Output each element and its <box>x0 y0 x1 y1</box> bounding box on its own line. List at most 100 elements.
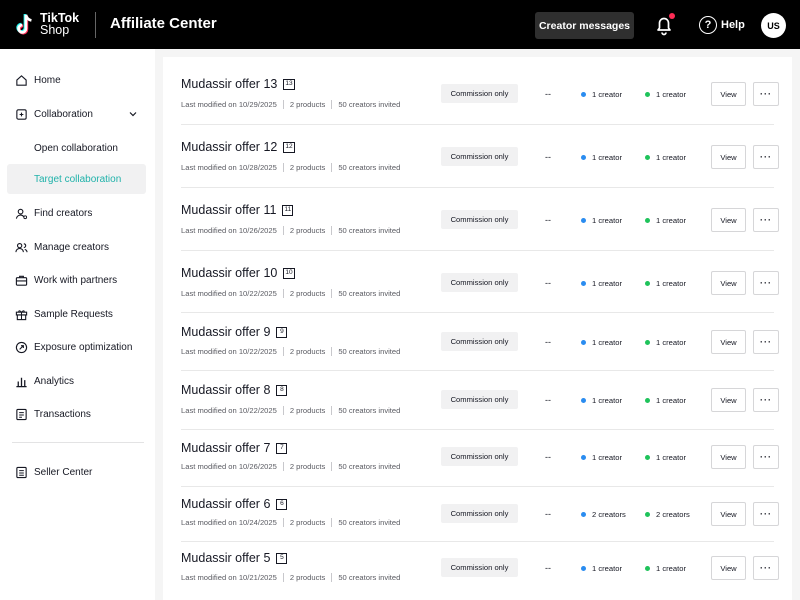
creator-messages-button[interactable]: Creator messages <box>535 12 634 39</box>
status-dot-icon <box>645 398 650 403</box>
tiktok-logo-icon[interactable] <box>14 13 36 37</box>
sidebar-item-transactions[interactable]: Transactions <box>0 399 155 429</box>
table-row[interactable]: Mudassir offer 9 9 Last modified on 10/22… <box>181 313 779 371</box>
empty-value: -- <box>545 452 551 462</box>
commission-tag: Commission only <box>441 210 518 229</box>
sidebar-item-work-with-partners[interactable]: Work with partners <box>0 265 155 295</box>
creators-invited: 50 creators invited <box>338 226 401 235</box>
table-row[interactable]: Mudassir offer 8 8 Last modified on 10/22… <box>181 371 779 430</box>
offer-title[interactable]: Mudassir offer 10 10 <box>181 266 295 280</box>
offer-title[interactable]: Mudassir offer 8 8 <box>181 383 288 397</box>
offer-title[interactable]: Mudassir offer 9 9 <box>181 325 288 339</box>
view-button[interactable]: View <box>711 388 746 412</box>
sidebar-item-target-collaboration[interactable]: Target collaboration <box>7 164 146 194</box>
stat-value: 1 creator <box>592 153 622 162</box>
view-button[interactable]: View <box>711 502 746 526</box>
more-options-button[interactable]: ··· <box>753 502 779 526</box>
offer-title-text: Mudassir offer 7 <box>181 441 271 455</box>
view-button[interactable]: View <box>711 445 746 469</box>
sidebar-item-manage-creators[interactable]: Manage creators <box>0 232 155 262</box>
table-row[interactable]: Mudassir offer 10 10 Last modified on 10/… <box>181 251 779 313</box>
view-button[interactable]: View <box>711 208 746 232</box>
sidebar-item-home[interactable]: Home <box>0 65 155 95</box>
sidebar-item-collaboration[interactable]: Collaboration <box>0 99 155 129</box>
more-options-button[interactable]: ··· <box>753 208 779 232</box>
sidebar-item-sample-requests[interactable]: Sample Requests <box>0 299 155 329</box>
more-options-button[interactable]: ··· <box>753 556 779 580</box>
offer-number-badge: 5 <box>276 552 288 564</box>
logo-line2: Shop <box>40 23 70 37</box>
sidebar-item-analytics[interactable]: Analytics <box>0 366 155 396</box>
last-modified: Last modified on 10/24/2025 <box>181 518 277 527</box>
stat-value: 1 creator <box>656 564 686 573</box>
sidebar-item-label: Target collaboration <box>34 173 122 185</box>
avatar[interactable]: US <box>761 13 786 38</box>
stat-blue: 1 creator <box>581 338 622 347</box>
help-button[interactable]: ? Help <box>699 15 745 35</box>
view-button[interactable]: View <box>711 145 746 169</box>
more-options-button[interactable]: ··· <box>753 82 779 106</box>
status-dot-icon <box>581 155 586 160</box>
stat-green: 1 creator <box>645 453 686 462</box>
table-row[interactable]: Mudassir offer 11 11 Last modified on 10/… <box>181 188 779 251</box>
offer-meta: Last modified on 10/22/2025 2 products 50 … <box>181 347 400 356</box>
offer-number-badge: 7 <box>276 442 288 454</box>
table-row[interactable]: Mudassir offer 13 13 Last modified on 10/… <box>181 57 779 125</box>
offer-title[interactable]: Mudassir offer 12 12 <box>181 140 295 154</box>
status-dot-icon <box>581 512 586 517</box>
commission-tag: Commission only <box>441 447 518 466</box>
stat-value: 2 creators <box>592 510 626 519</box>
sidebar-item-label: Home <box>34 74 61 86</box>
stat-blue: 1 creator <box>581 279 622 288</box>
status-dot-icon <box>581 281 586 286</box>
empty-value: -- <box>545 509 551 519</box>
tiktok-shop-logo[interactable]: TikTok Shop <box>40 12 79 37</box>
sidebar-item-find-creators[interactable]: Find creators <box>0 198 155 228</box>
table-row[interactable]: Mudassir offer 12 12 Last modified on 10/… <box>181 125 779 188</box>
more-options-button[interactable]: ··· <box>753 445 779 469</box>
more-options-button[interactable]: ··· <box>753 145 779 169</box>
last-modified: Last modified on 10/28/2025 <box>181 163 277 172</box>
offer-title[interactable]: Mudassir offer 7 7 <box>181 441 288 455</box>
offer-meta: Last modified on 10/22/2025 2 products 50 … <box>181 406 400 415</box>
offer-title-text: Mudassir offer 12 <box>181 140 278 154</box>
last-modified: Last modified on 10/26/2025 <box>181 226 277 235</box>
offer-title[interactable]: Mudassir offer 5 5 <box>181 551 288 565</box>
table-row[interactable]: Mudassir offer 6 6 Last modified on 10/24… <box>181 487 779 542</box>
stat-value: 1 creator <box>592 90 622 99</box>
status-dot-icon <box>581 92 586 97</box>
sidebar-item-open-collaboration[interactable]: Open collaboration <box>7 133 146 163</box>
header-divider <box>95 12 96 38</box>
offer-title[interactable]: Mudassir offer 6 6 <box>181 497 288 511</box>
more-options-button[interactable]: ··· <box>753 330 779 354</box>
stat-value: 1 creator <box>656 90 686 99</box>
creators-invited: 50 creators invited <box>338 289 401 298</box>
view-button[interactable]: View <box>711 82 746 106</box>
table-row[interactable]: Mudassir offer 7 7 Last modified on 10/26… <box>181 430 779 487</box>
offer-title[interactable]: Mudassir offer 13 13 <box>181 77 295 91</box>
empty-value: -- <box>545 89 551 99</box>
view-button[interactable]: View <box>711 556 746 580</box>
offer-title[interactable]: Mudassir offer 11 11 <box>181 203 294 217</box>
stat-green: 1 creator <box>645 564 686 573</box>
transactions-icon <box>16 408 27 420</box>
table-row[interactable]: Mudassir offer 5 5 Last modified on 10/21… <box>181 542 779 600</box>
stat-blue: 1 creator <box>581 153 622 162</box>
more-icon: ··· <box>760 452 772 462</box>
status-dot-icon <box>645 155 650 160</box>
sidebar-item-seller-center[interactable]: Seller Center <box>0 457 155 487</box>
stat-green: 2 creators <box>645 510 690 519</box>
view-button[interactable]: View <box>711 330 746 354</box>
offer-number-badge: 6 <box>276 498 288 510</box>
more-options-button[interactable]: ··· <box>753 271 779 295</box>
more-options-button[interactable]: ··· <box>753 388 779 412</box>
stat-green: 1 creator <box>645 153 686 162</box>
offer-meta: Last modified on 10/21/2025 2 products 50 … <box>181 573 400 582</box>
offer-number-badge: 8 <box>276 384 288 396</box>
last-modified: Last modified on 10/29/2025 <box>181 100 277 109</box>
commission-tag: Commission only <box>441 504 518 523</box>
stat-value: 1 creator <box>656 453 686 462</box>
notification-dot <box>669 13 675 19</box>
view-button[interactable]: View <box>711 271 746 295</box>
sidebar-item-exposure-optimization[interactable]: Exposure optimization <box>0 332 155 362</box>
